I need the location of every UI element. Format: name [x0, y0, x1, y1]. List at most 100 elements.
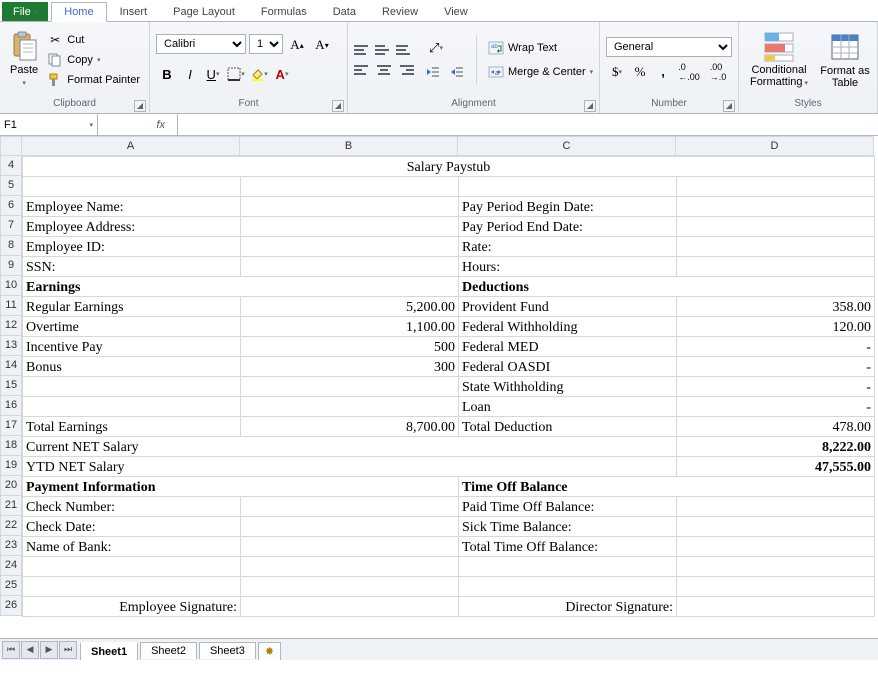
cell[interactable]	[677, 237, 875, 257]
dialog-launcher[interactable]: ◢	[134, 100, 146, 112]
copy-button[interactable]: Copy ▾	[44, 50, 143, 70]
row-header[interactable]: 12	[0, 316, 22, 336]
cell[interactable]: 500	[241, 337, 459, 357]
cell[interactable]	[241, 177, 459, 197]
merge-center-button[interactable]: aMerge & Center ▾	[485, 62, 596, 82]
format-painter-button[interactable]: Format Painter	[44, 70, 143, 90]
row-header[interactable]: 25	[0, 576, 22, 596]
shrink-font-button[interactable]: A▾	[311, 34, 333, 56]
font-name-select[interactable]: Calibri	[156, 34, 246, 54]
cell[interactable]	[677, 577, 875, 597]
cell[interactable]	[677, 257, 875, 277]
number-format-select[interactable]: General	[606, 37, 732, 57]
tab-home[interactable]: Home	[51, 2, 106, 22]
italic-button[interactable]: I	[179, 63, 201, 85]
cell[interactable]: SSN:	[23, 257, 241, 277]
cell[interactable]: State Withholding	[459, 377, 677, 397]
cell[interactable]: Total Deduction	[459, 417, 677, 437]
align-middle-button[interactable]	[375, 41, 393, 59]
cell[interactable]	[241, 517, 459, 537]
cell[interactable]	[677, 217, 875, 237]
row-header[interactable]: 11	[0, 296, 22, 316]
comma-button[interactable]: ,	[652, 61, 674, 83]
cell[interactable]: -	[677, 397, 875, 417]
row-header[interactable]: 9	[0, 256, 22, 276]
row-header[interactable]: 23	[0, 536, 22, 556]
wrap-text-button[interactable]: abWrap Text	[485, 38, 596, 58]
increase-indent-button[interactable]	[446, 61, 468, 83]
cell[interactable]: -	[677, 337, 875, 357]
cell[interactable]	[241, 497, 459, 517]
cell[interactable]: 120.00	[677, 317, 875, 337]
cell[interactable]	[241, 397, 459, 417]
row-header[interactable]: 5	[0, 176, 22, 196]
cell[interactable]	[23, 377, 241, 397]
tab-page-layout[interactable]: Page Layout	[160, 2, 248, 21]
paste-button[interactable]: Paste▾	[6, 27, 42, 93]
cell[interactable]	[241, 217, 459, 237]
cell[interactable]: Provident Fund	[459, 297, 677, 317]
select-all-corner[interactable]	[0, 136, 22, 156]
row-header[interactable]: 13	[0, 336, 22, 356]
conditional-formatting-button[interactable]: Conditional Formatting ▾	[745, 27, 813, 93]
row-header[interactable]: 21	[0, 496, 22, 516]
dialog-launcher[interactable]: ◢	[723, 100, 735, 112]
cell[interactable]: Pay Period End Date:	[459, 217, 677, 237]
cell[interactable]: Overtime	[23, 317, 241, 337]
col-header-c[interactable]: C	[458, 136, 676, 156]
row-header[interactable]: 8	[0, 236, 22, 256]
cell[interactable]: Director Signature:	[459, 597, 677, 617]
sheet-tab-1[interactable]: Sheet1	[80, 642, 138, 660]
sheet-tab-2[interactable]: Sheet2	[140, 642, 197, 659]
cell[interactable]: 8,222.00	[677, 437, 875, 457]
dialog-launcher[interactable]: ◢	[584, 100, 596, 112]
cell[interactable]: 358.00	[677, 297, 875, 317]
orientation-button[interactable]: ⤢▾	[422, 37, 450, 59]
cell[interactable]: Employee ID:	[23, 237, 241, 257]
cell[interactable]: Time Off Balance	[459, 477, 875, 497]
align-right-button[interactable]	[396, 61, 414, 79]
col-header-a[interactable]: A	[22, 136, 240, 156]
cell[interactable]: Pay Period Begin Date:	[459, 197, 677, 217]
row-header[interactable]: 19	[0, 456, 22, 476]
cell[interactable]	[23, 577, 241, 597]
row-header[interactable]: 7	[0, 216, 22, 236]
cell[interactable]	[241, 377, 459, 397]
cut-button[interactable]: ✂Cut	[44, 30, 143, 50]
cell[interactable]: Rate:	[459, 237, 677, 257]
name-box[interactable]: ▾	[0, 114, 98, 135]
cell[interactable]: Current NET Salary	[23, 437, 677, 457]
cell[interactable]	[241, 257, 459, 277]
align-center-button[interactable]	[375, 61, 393, 79]
cell[interactable]: Paid Time Off Balance:	[459, 497, 677, 517]
cell[interactable]	[23, 557, 241, 577]
cell[interactable]: Name of Bank:	[23, 537, 241, 557]
tab-insert[interactable]: Insert	[107, 2, 161, 21]
tab-file[interactable]: File▾	[2, 2, 48, 21]
cell[interactable]	[241, 557, 459, 577]
cell[interactable]: Federal OASDI	[459, 357, 677, 377]
cell[interactable]: YTD NET Salary	[23, 457, 677, 477]
accounting-button[interactable]: $▾	[606, 61, 628, 83]
cell[interactable]: Total Time Off Balance:	[459, 537, 677, 557]
row-header[interactable]: 22	[0, 516, 22, 536]
sheet-nav-last[interactable]: ⏭	[59, 641, 77, 659]
fill-color-button[interactable]: ▾	[248, 63, 270, 85]
col-header-d[interactable]: D	[676, 136, 874, 156]
cell[interactable]: Bonus	[23, 357, 241, 377]
cell[interactable]: Sick Time Balance:	[459, 517, 677, 537]
tab-view[interactable]: View	[431, 2, 481, 21]
cell[interactable]: Payment Information	[23, 477, 459, 497]
tab-review[interactable]: Review	[369, 2, 431, 21]
font-color-button[interactable]: A▾	[271, 63, 293, 85]
align-bottom-button[interactable]	[396, 41, 414, 59]
row-header[interactable]: 6	[0, 196, 22, 216]
cell-reference-input[interactable]	[4, 119, 64, 131]
format-as-table-button[interactable]: Format as Table	[819, 27, 871, 93]
cell[interactable]: Incentive Pay	[23, 337, 241, 357]
cell[interactable]: Federal Withholding	[459, 317, 677, 337]
sheet-nav-next[interactable]: ▶	[40, 641, 58, 659]
cell[interactable]	[677, 497, 875, 517]
font-size-select[interactable]: 11	[249, 34, 283, 54]
decrease-decimal-button[interactable]: .00→.0	[704, 61, 732, 83]
